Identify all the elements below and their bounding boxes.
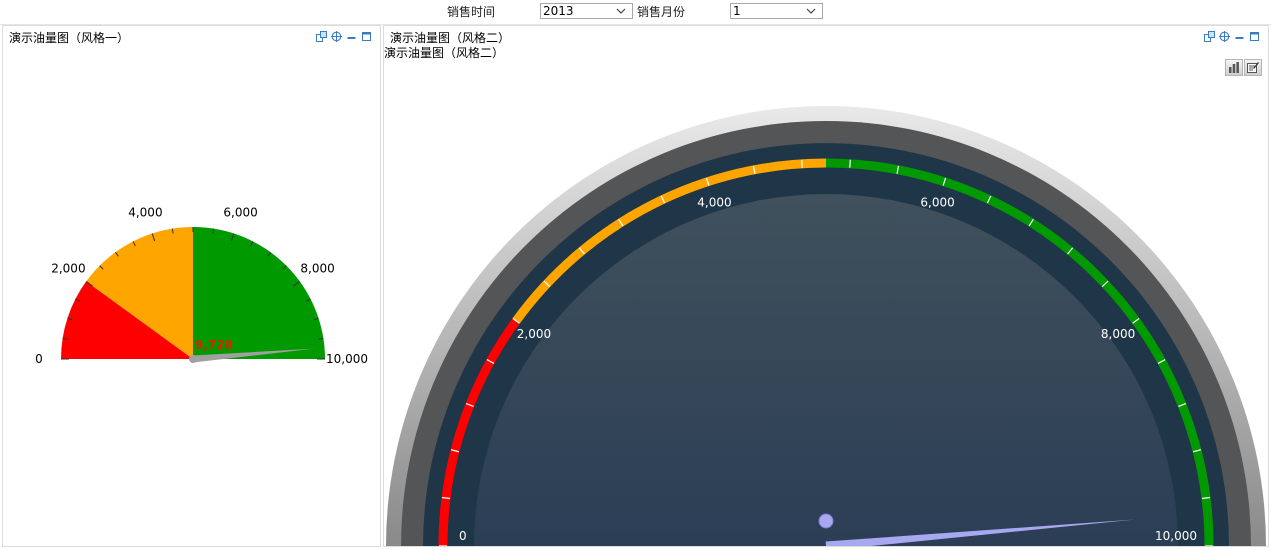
gauge-tick (849, 159, 851, 168)
gauge-tick (801, 159, 803, 168)
month-select-value: 1 (733, 4, 741, 18)
year-select[interactable]: 2013 (540, 3, 633, 19)
gauge-tick-label: 8,000 (1101, 327, 1135, 341)
filter-bar: 销售时间 2013 销售月份 1 (0, 0, 1271, 25)
gauge-tick-label: 2,000 (51, 261, 85, 275)
gauge-tick-label: 10,000 (1155, 529, 1197, 543)
gauge-tick-label: 8,000 (300, 261, 334, 275)
gauge-value-label: 9,728 (195, 338, 233, 352)
gauge-needle-pivot (189, 355, 197, 363)
chevron-down-icon (806, 4, 816, 23)
gauge-tick-label: 6,000 (223, 206, 257, 220)
month-select[interactable]: 1 (730, 3, 823, 19)
year-select-value: 2013 (543, 4, 574, 18)
gauge-tick-label: 2,000 (517, 327, 551, 341)
gauge-chart-style-2: 0 2,000 4,000 6,000 8,000 10,000 (386, 106, 1266, 546)
gauge-panel-style-1: 演示油量图（风格一） 0 2,000 4,000 6,000 8,000 10,000 9,… (2, 25, 381, 547)
gauge-tick-label: 6,000 (920, 196, 954, 210)
gauge-chart-style-1: 0 2,000 4,000 6,000 8,000 10,000 9,728 (35, 206, 368, 366)
sales-time-label: 销售时间 (447, 5, 496, 19)
gauge-needle-pivot (818, 513, 834, 529)
gauge-tick-label: 0 (459, 529, 467, 543)
chevron-down-icon (616, 4, 626, 23)
gauge-panel-style-2: 演示油量图（风格二） 演示油量图（风格二） 0 2,000 4,000 6,000 8,… (383, 25, 1269, 547)
gauge-tick-label: 0 (35, 352, 43, 366)
sales-month-label: 销售月份 (637, 5, 686, 19)
gauge-tick-label: 10,000 (326, 352, 368, 366)
gauge-tick-label: 4,000 (128, 206, 162, 220)
gauge-tick-label: 4,000 (697, 196, 731, 210)
